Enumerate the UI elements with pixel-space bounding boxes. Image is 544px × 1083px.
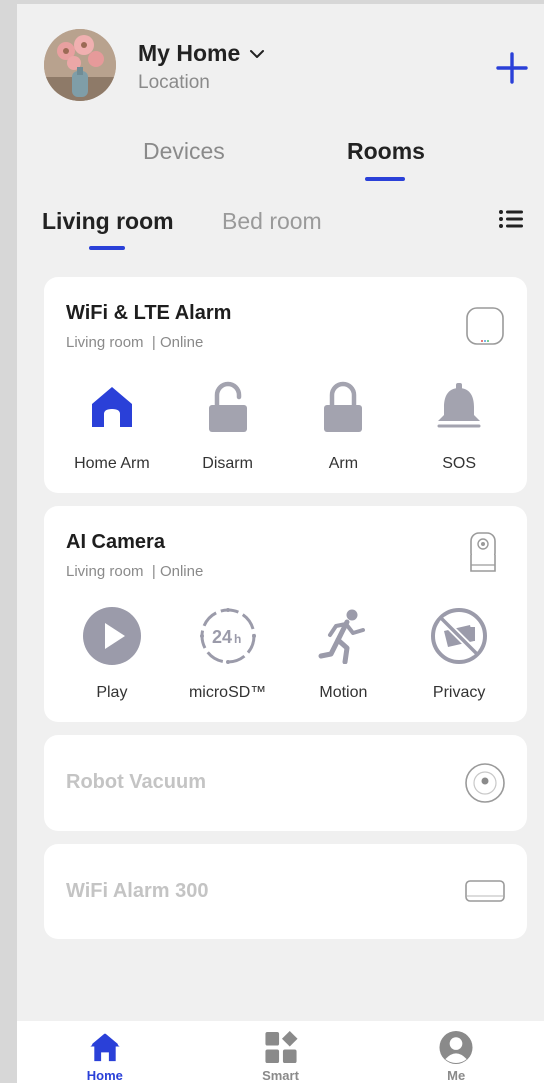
home-location: Location [138, 72, 210, 93]
24h-icon: 24 h [199, 608, 256, 664]
unlocked-padlock-icon [208, 381, 247, 432]
robot-vacuum-icon [465, 763, 505, 803]
device-room: Living room [66, 334, 144, 351]
microsd-button[interactable]: 24 h microSD™ [170, 606, 286, 702]
device-name: AI Camera [66, 531, 165, 553]
home-arm-button[interactable]: Home Arm [54, 377, 170, 473]
device-card-alarm[interactable]: WiFi & LTE Alarm Living room | Online Ho… [44, 277, 527, 493]
nav-me[interactable]: Me [368, 1021, 544, 1083]
smart-grid-icon [264, 1030, 298, 1064]
device-room-status: Living room | Online [66, 563, 204, 580]
action-label: Disarm [202, 455, 253, 472]
action-label: Play [96, 684, 128, 701]
device-room: Living room [66, 563, 144, 580]
flower-vase-avatar-icon [44, 29, 116, 101]
device-name: WiFi Alarm 300 [66, 880, 209, 902]
camera-off-icon [431, 608, 488, 664]
alarm-panel-device-icon [465, 880, 505, 902]
motion-button[interactable]: Motion [286, 606, 402, 702]
bottom-navigation: Home Smart Me [17, 1021, 544, 1083]
list-view-icon[interactable] [498, 208, 524, 230]
nav-label: Home [86, 1068, 123, 1083]
camera-actions: Play 24 h microSD™ Motion Privacy [54, 606, 517, 702]
play-icon [82, 607, 141, 665]
camera-device-icon [470, 532, 496, 572]
plus-icon[interactable] [495, 51, 529, 85]
alarm-actions: Home Arm Disarm Arm SOS [54, 377, 517, 473]
room-tab-living-room[interactable]: Living room [42, 208, 174, 235]
action-label: microSD™ [188, 684, 267, 701]
nav-home[interactable]: Home [17, 1021, 193, 1083]
tab-active-indicator [365, 177, 405, 181]
privacy-button[interactable]: Privacy [401, 606, 517, 702]
app-screen: My Home Location Devices Rooms Living ro… [17, 4, 544, 1083]
device-room-status: Living room | Online [66, 334, 204, 351]
action-label: Home Arm [74, 455, 150, 472]
tab-devices[interactable]: Devices [143, 138, 225, 165]
action-label: Arm [328, 455, 359, 472]
device-status: Online [159, 334, 204, 351]
device-card-wifi-alarm-300[interactable]: WiFi Alarm 300 [44, 844, 527, 939]
home-icon [90, 1033, 120, 1062]
svg-text:24: 24 [212, 627, 232, 647]
play-button[interactable]: Play [54, 606, 170, 702]
locked-padlock-icon [324, 381, 363, 432]
svg-text:h: h [234, 632, 241, 646]
device-name: WiFi & LTE Alarm [66, 302, 232, 324]
device-card-camera[interactable]: AI Camera Living room | Online Play 24 h… [44, 506, 527, 722]
action-label: SOS [442, 455, 477, 472]
nav-label: Me [447, 1068, 466, 1083]
nav-smart[interactable]: Smart [193, 1021, 369, 1083]
home-icon [91, 387, 132, 427]
action-label: Motion [319, 684, 368, 701]
disarm-button[interactable]: Disarm [170, 377, 286, 473]
device-status: Online [159, 563, 204, 580]
chevron-down-icon [250, 49, 265, 58]
device-card-robot-vacuum[interactable]: Robot Vacuum [44, 735, 527, 831]
arm-button[interactable]: Arm [286, 377, 402, 473]
action-label: Privacy [432, 684, 486, 701]
nav-label: Smart [262, 1068, 299, 1083]
room-tab-indicator [89, 246, 125, 250]
home-selector[interactable]: My Home [138, 40, 266, 67]
room-tab-bed-room[interactable]: Bed room [222, 208, 322, 235]
running-person-icon [318, 609, 366, 664]
tab-rooms[interactable]: Rooms [347, 138, 425, 165]
bell-icon [437, 383, 481, 428]
home-title: My Home [138, 40, 241, 66]
home-avatar[interactable] [44, 29, 116, 101]
device-name: Robot Vacuum [66, 771, 207, 793]
alarm-hub-device-icon [466, 307, 504, 345]
sos-button[interactable]: SOS [401, 377, 517, 473]
profile-icon [439, 1030, 473, 1065]
